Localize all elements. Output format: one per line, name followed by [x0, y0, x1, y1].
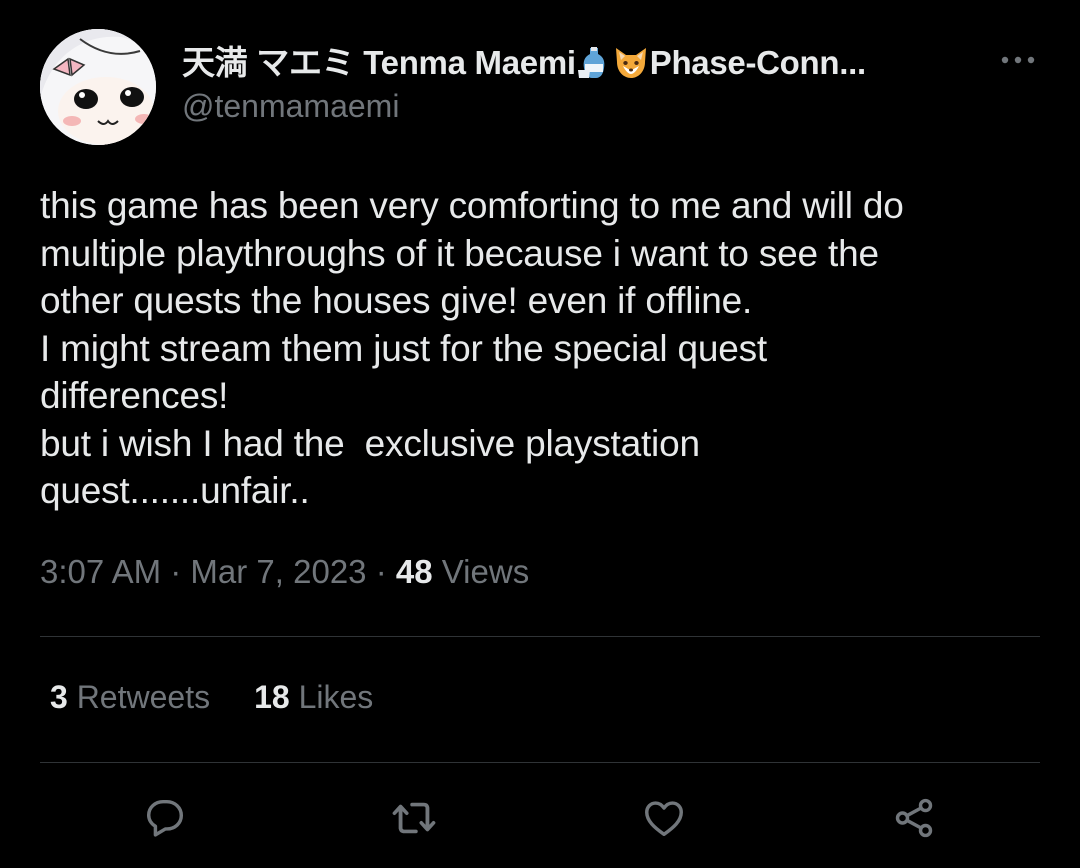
retweets-stat[interactable]: 3 Retweets: [50, 679, 210, 716]
retweets-count: 3: [50, 679, 68, 715]
display-name-text: 天満 マエミ Tenma Maemi: [182, 44, 576, 81]
retweets-label: Retweets: [76, 679, 211, 715]
heart-icon: [645, 801, 683, 837]
like-button[interactable]: [639, 793, 689, 843]
reply-button[interactable]: [140, 793, 190, 843]
user-handle[interactable]: @tenmamaemi: [182, 88, 399, 125]
divider: [40, 762, 1040, 763]
share-icon: [895, 798, 933, 838]
views-count: 48: [395, 553, 433, 590]
views-label: Views: [441, 553, 530, 590]
divider: [40, 636, 1040, 637]
retweet-icon: [392, 802, 436, 834]
tweet-date[interactable]: Mar 7, 2023: [190, 553, 366, 590]
tweet-time[interactable]: 3:07 AM: [40, 553, 161, 590]
likes-count: 18: [254, 679, 290, 715]
fox-icon: [613, 46, 649, 88]
retweet-button[interactable]: [389, 793, 439, 843]
sake-icon: [577, 46, 611, 88]
display-name-text-truncated: Phase-Conn...: [649, 44, 866, 81]
likes-label: Likes: [298, 679, 374, 715]
tweet-metadata: 3:07 AM · Mar 7, 2023 · 48 Views: [40, 553, 529, 591]
engagement-stats: 3 Retweets 18 Likes: [50, 679, 373, 716]
meta-separator: ·: [170, 553, 182, 590]
display-name[interactable]: 天満 マエミ Tenma Maemi Phase-Conn...: [182, 36, 866, 88]
more-dots-icon: [1001, 56, 1035, 64]
reply-icon: [146, 799, 184, 837]
avatar-image: [40, 29, 156, 145]
tweet-text: this game has been very comforting to me…: [40, 185, 904, 511]
more-options-button[interactable]: [998, 44, 1038, 76]
likes-stat[interactable]: 18 Likes: [254, 679, 373, 716]
tweet: 天満 マエミ Tenma Maemi Phase-Conn... @tenmam…: [0, 0, 1080, 868]
avatar[interactable]: [40, 29, 156, 145]
meta-separator: ·: [375, 553, 387, 590]
share-button[interactable]: [889, 793, 939, 843]
